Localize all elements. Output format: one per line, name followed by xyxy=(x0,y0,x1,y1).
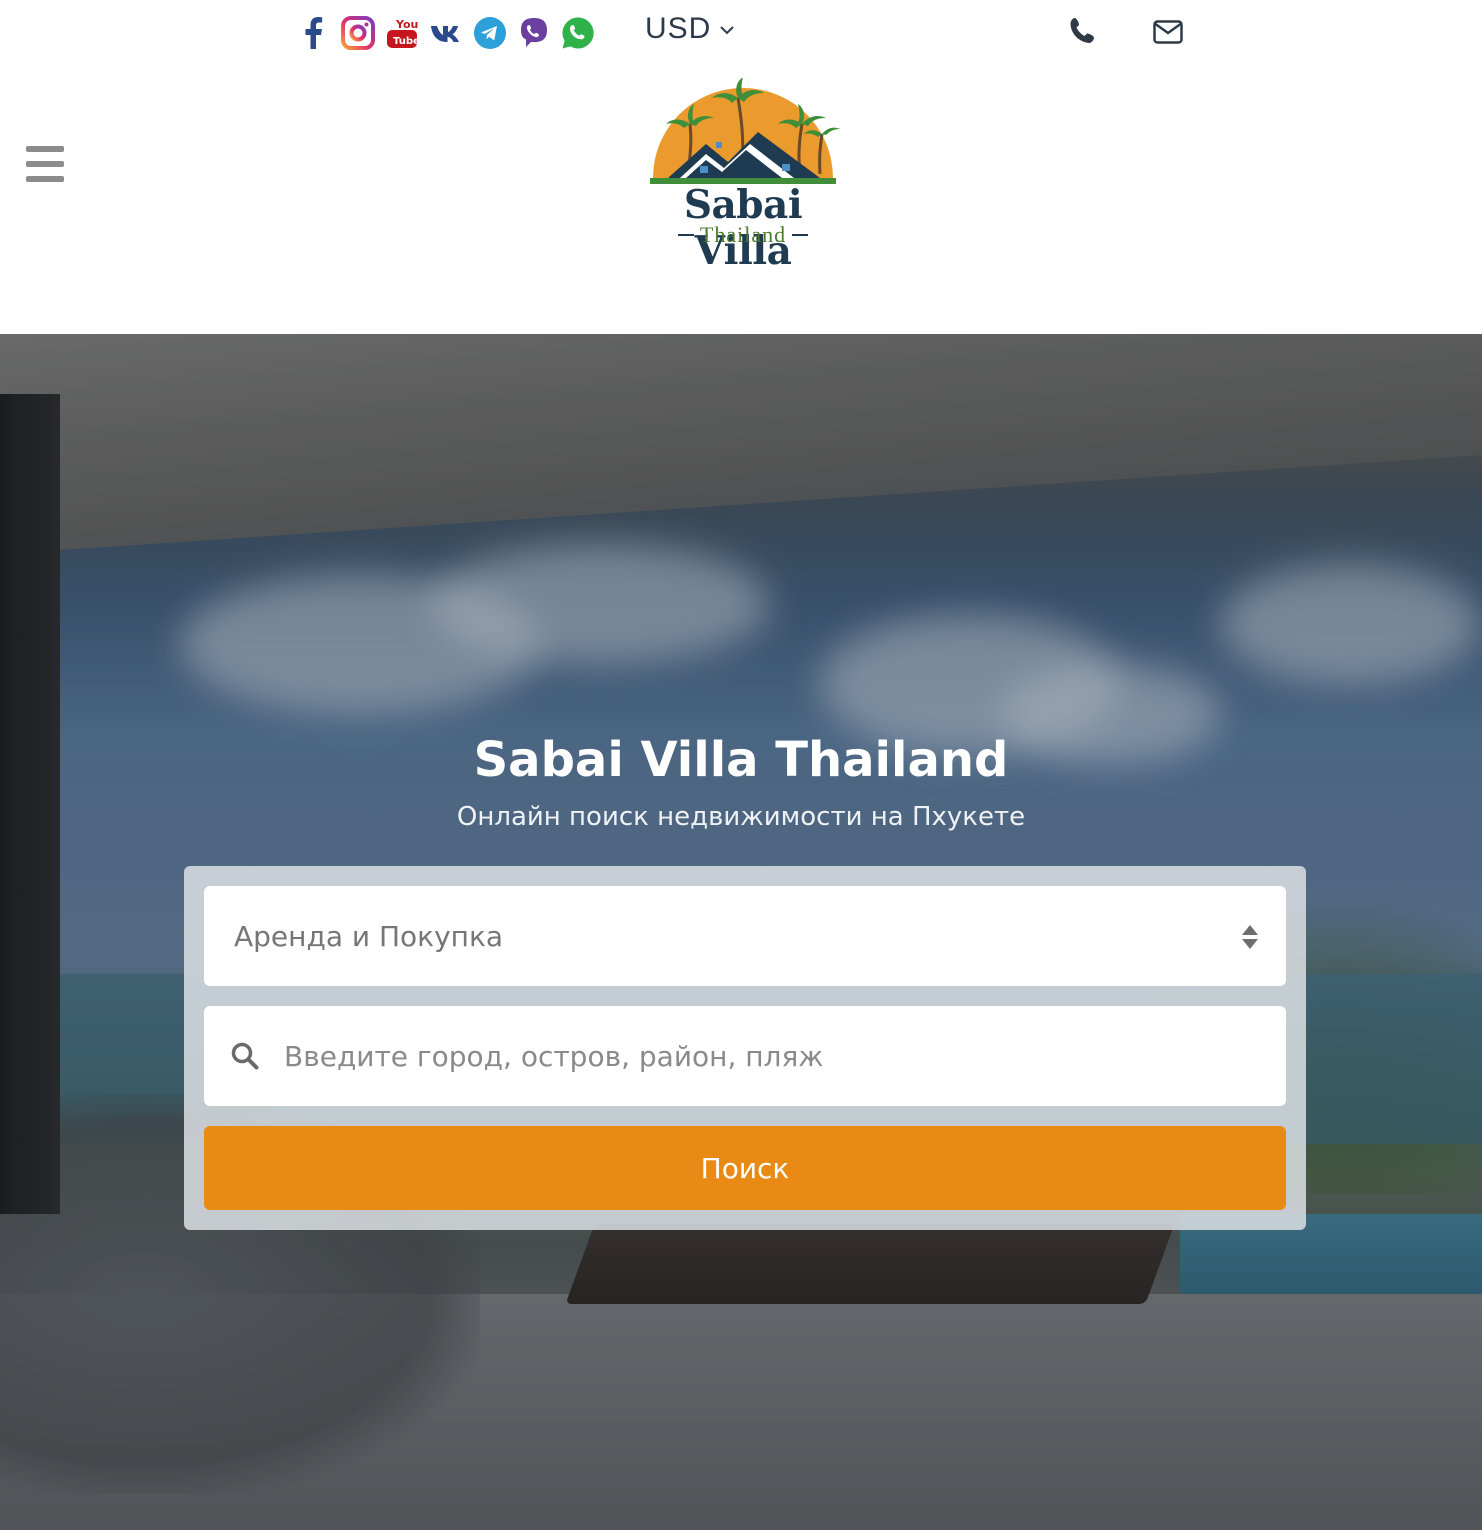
top-bar: You Tube USD xyxy=(0,0,1482,64)
youtube-icon[interactable]: You Tube xyxy=(384,14,420,52)
envelope-icon[interactable] xyxy=(1148,12,1188,52)
social-links: You Tube xyxy=(296,14,596,52)
svg-text:You: You xyxy=(395,18,418,31)
sort-arrows-icon xyxy=(1242,925,1258,949)
listing-type-value: Аренда и Покупка xyxy=(234,919,504,953)
svg-text:Tube: Tube xyxy=(393,36,419,47)
telegram-icon[interactable] xyxy=(472,14,508,52)
search-icon xyxy=(231,1042,259,1070)
logo-tagline: Thailand xyxy=(630,222,856,248)
vk-icon[interactable] xyxy=(428,14,464,52)
instagram-icon[interactable] xyxy=(340,14,376,52)
hero-subtitle: Онлайн поиск недвижимости на Пхукете xyxy=(456,802,1026,832)
currency-label: USD xyxy=(645,12,712,45)
hero-title: Sabai Villa Thailand xyxy=(473,732,1009,788)
chevron-down-icon xyxy=(720,26,735,35)
hero-section: Sabai Villa Thailand Онлайн поиск недвиж… xyxy=(0,334,1482,1530)
phone-icon[interactable] xyxy=(1063,12,1103,52)
menu-icon[interactable] xyxy=(22,142,68,186)
listing-type-select[interactable]: Аренда и Покупка xyxy=(204,886,1286,986)
currency-selector[interactable]: USD xyxy=(645,12,737,46)
facebook-icon[interactable] xyxy=(296,14,332,52)
location-input[interactable] xyxy=(284,1039,1244,1073)
location-field xyxy=(204,1006,1286,1106)
whatsapp-icon[interactable] xyxy=(560,14,596,52)
search-button[interactable]: Поиск xyxy=(204,1126,1286,1210)
logo-emblem xyxy=(650,78,840,184)
site-logo[interactable]: Sabai Villa Thailand xyxy=(630,78,856,274)
search-panel: Аренда и Покупка Поиск xyxy=(184,866,1306,1230)
viber-icon[interactable] xyxy=(516,14,552,52)
